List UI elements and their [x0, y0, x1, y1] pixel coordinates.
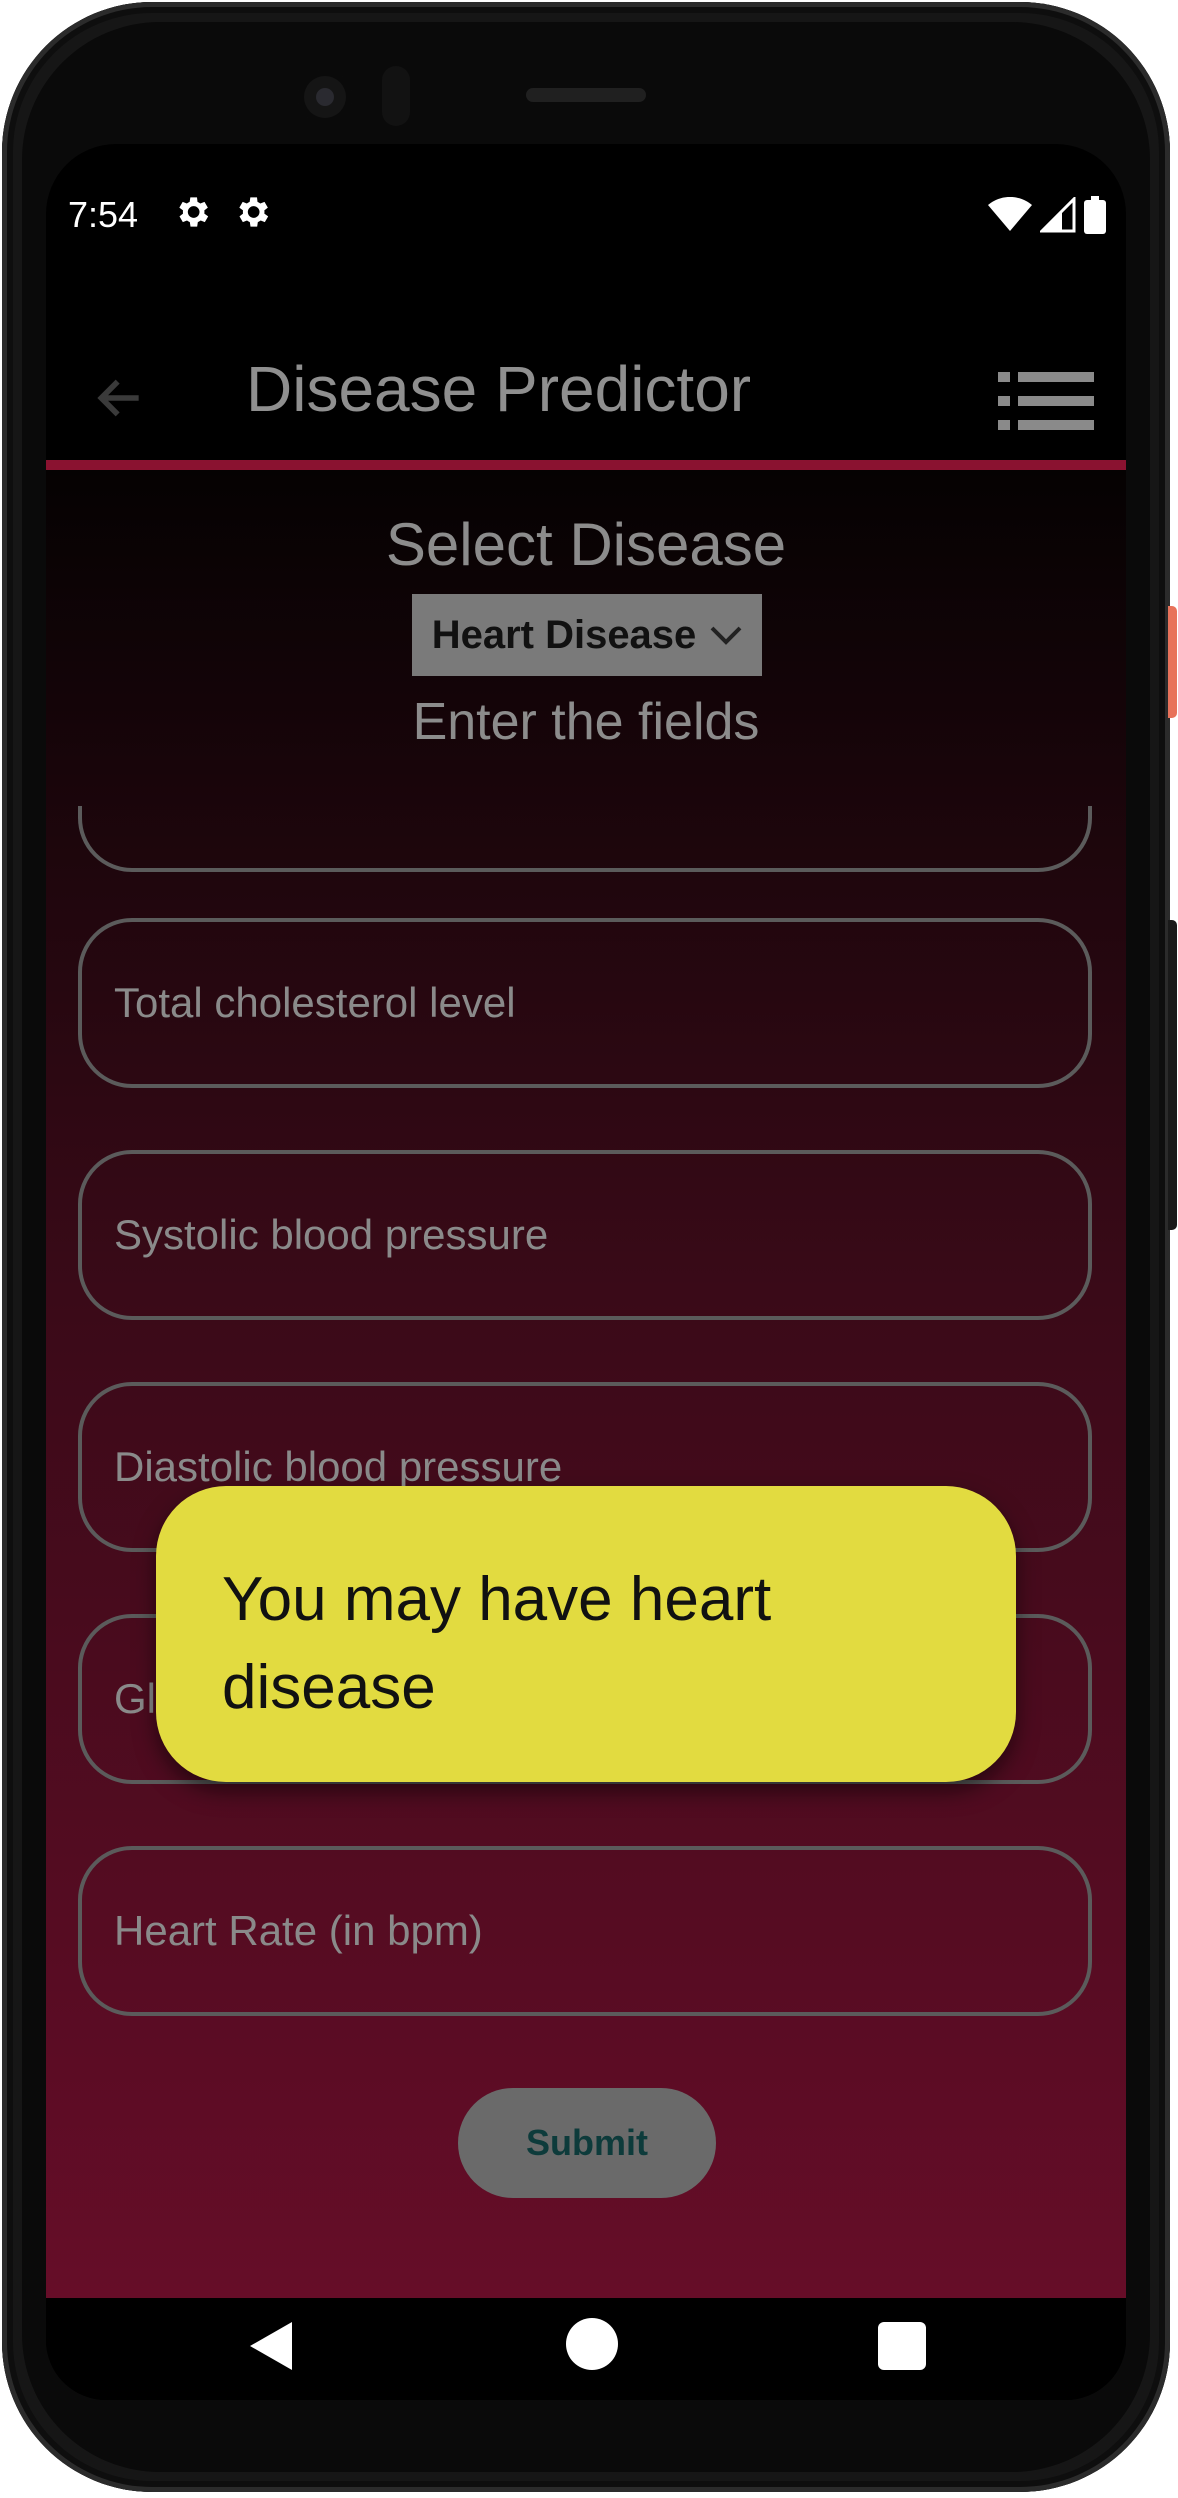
chevron-down-icon: [710, 626, 742, 645]
proximity-sensor: [382, 66, 410, 126]
systolic-field[interactable]: [78, 1150, 1092, 1320]
systolic-input[interactable]: [112, 1210, 1036, 1260]
diastolic-input[interactable]: [112, 1442, 1036, 1492]
screen: 7:54 Disease Predictor Select Disease He…: [46, 144, 1126, 2400]
page-title: Disease Predictor: [246, 353, 752, 425]
cholesterol-input[interactable]: [112, 978, 1036, 1028]
gear-icon: [179, 197, 209, 227]
status-time: 7:54: [68, 194, 139, 235]
earpiece-speaker: [526, 88, 646, 102]
disease-dropdown[interactable]: Heart Disease: [412, 594, 762, 676]
volume-button: [1168, 920, 1177, 1230]
navigation-bar: [46, 2298, 1126, 2400]
home-circle-icon[interactable]: [566, 2318, 618, 2370]
front-camera: [298, 70, 352, 124]
power-button: [1168, 606, 1177, 718]
app-bar: Disease Predictor: [46, 282, 1126, 434]
heart-rate-input[interactable]: [112, 1906, 1036, 1956]
heart-rate-field[interactable]: [78, 1846, 1092, 2016]
back-triangle-icon[interactable]: [246, 2318, 296, 2374]
toast-message: You may have heart disease: [156, 1486, 1016, 1782]
arrow-left-icon[interactable]: [92, 370, 148, 426]
fields-scroll-area[interactable]: [46, 806, 1126, 2076]
list-icon[interactable]: [998, 370, 1094, 432]
enter-fields-label: Enter the fields: [412, 693, 760, 751]
dropdown-selected-value: Heart Disease: [431, 612, 697, 657]
signal-icon: [1040, 197, 1076, 233]
gear-icon: [239, 197, 269, 227]
status-right-icons: [988, 196, 1106, 234]
status-bar: 7:54: [46, 144, 1126, 282]
submit-label: Submit: [526, 2122, 648, 2163]
battery-icon: [1084, 196, 1106, 234]
text-field-partial[interactable]: [78, 806, 1092, 872]
wifi-icon: [988, 197, 1032, 231]
select-disease-label: Select Disease: [385, 511, 787, 578]
app-bar-divider: [46, 460, 1126, 470]
cholesterol-field[interactable]: [78, 918, 1092, 1088]
main-content: Select Disease Heart Disease Enter the f…: [46, 470, 1126, 2298]
submit-button[interactable]: Submit: [458, 2088, 716, 2198]
toast-text: You may have heart disease: [222, 1565, 772, 1722]
recents-square-icon[interactable]: [878, 2322, 926, 2370]
